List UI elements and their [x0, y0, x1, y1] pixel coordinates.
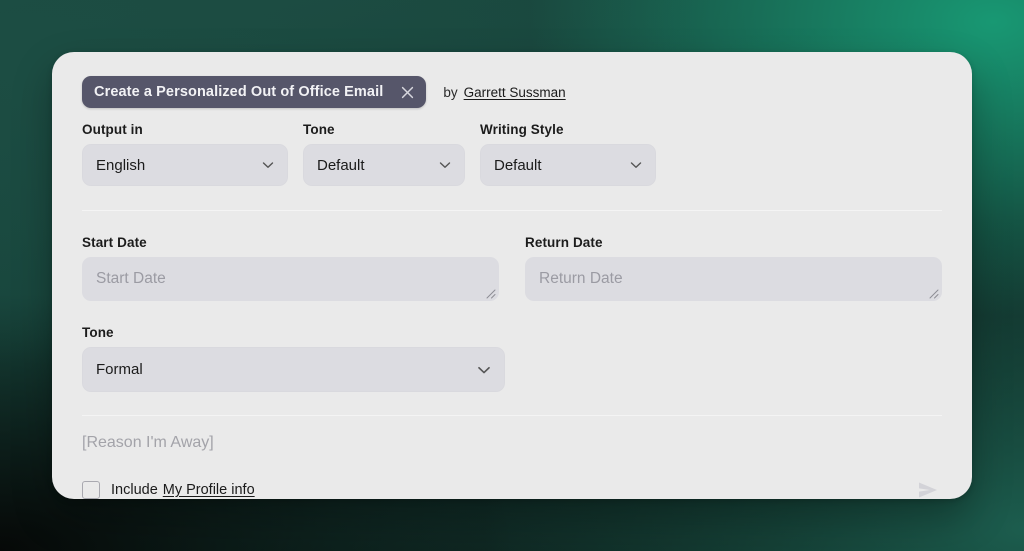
divider-bottom	[82, 415, 942, 416]
prompt-chip[interactable]: Create a Personalized Out of Office Emai…	[82, 76, 427, 108]
resize-handle-icon[interactable]	[483, 286, 496, 299]
reason-input[interactable]: [Reason I'm Away]	[82, 434, 942, 452]
chevron-down-icon	[437, 157, 453, 173]
tone-top-select[interactable]: Default	[303, 144, 465, 186]
assistant-prompt-card: Create a Personalized Out of Office Emai…	[52, 52, 972, 499]
prompt-chip-label: Create a Personalized Out of Office Emai…	[94, 84, 384, 100]
tone-select[interactable]: Formal	[82, 347, 505, 392]
include-text: Include	[111, 482, 158, 498]
chevron-down-icon	[475, 361, 493, 379]
tone-top-field: Tone Default	[303, 122, 465, 186]
tone-value: Formal	[96, 361, 143, 378]
writing-style-value: Default	[494, 156, 542, 174]
tone-section: Tone Formal	[82, 325, 942, 392]
writing-style-field: Writing Style Default	[480, 122, 656, 186]
chevron-down-icon	[628, 157, 644, 173]
return-date-field: Return Date Return Date	[525, 235, 942, 301]
start-date-placeholder: Start Date	[96, 270, 166, 287]
tone-label: Tone	[82, 325, 114, 340]
return-date-label: Return Date	[525, 235, 603, 250]
tone-select-wrap: Formal	[82, 347, 505, 392]
start-date-label: Start Date	[82, 235, 147, 250]
top-options-row: Output in English Tone Default Writing S…	[82, 122, 942, 186]
my-profile-info-link[interactable]: My Profile info	[163, 482, 255, 498]
byline-author-link[interactable]: Garrett Sussman	[464, 85, 566, 100]
output-in-label: Output in	[82, 122, 143, 137]
chevron-down-icon	[260, 157, 276, 173]
return-date-placeholder: Return Date	[539, 270, 623, 287]
include-profile-label: Include My Profile info	[111, 482, 255, 498]
date-row: Start Date Start Date Return Date Return…	[82, 235, 942, 301]
send-icon[interactable]	[914, 476, 942, 504]
divider-top	[82, 210, 942, 211]
byline: by Garrett Sussman	[443, 85, 565, 100]
start-date-input[interactable]: Start Date	[82, 257, 499, 301]
start-date-field: Start Date Start Date	[82, 235, 499, 301]
close-icon[interactable]	[397, 82, 417, 102]
include-profile-checkbox[interactable]	[82, 481, 100, 499]
card-footer: Include My Profile info	[82, 476, 942, 504]
output-in-field: Output in English	[82, 122, 288, 186]
writing-style-select[interactable]: Default	[480, 144, 656, 186]
tone-top-value: Default	[317, 156, 365, 174]
card-header: Create a Personalized Out of Office Emai…	[82, 52, 942, 116]
tone-top-label: Tone	[303, 122, 335, 137]
output-in-value: English	[96, 156, 146, 174]
return-date-input[interactable]: Return Date	[525, 257, 942, 301]
output-in-select[interactable]: English	[82, 144, 288, 186]
resize-handle-icon[interactable]	[926, 286, 939, 299]
byline-prefix: by	[443, 84, 458, 100]
writing-style-label: Writing Style	[480, 122, 564, 137]
